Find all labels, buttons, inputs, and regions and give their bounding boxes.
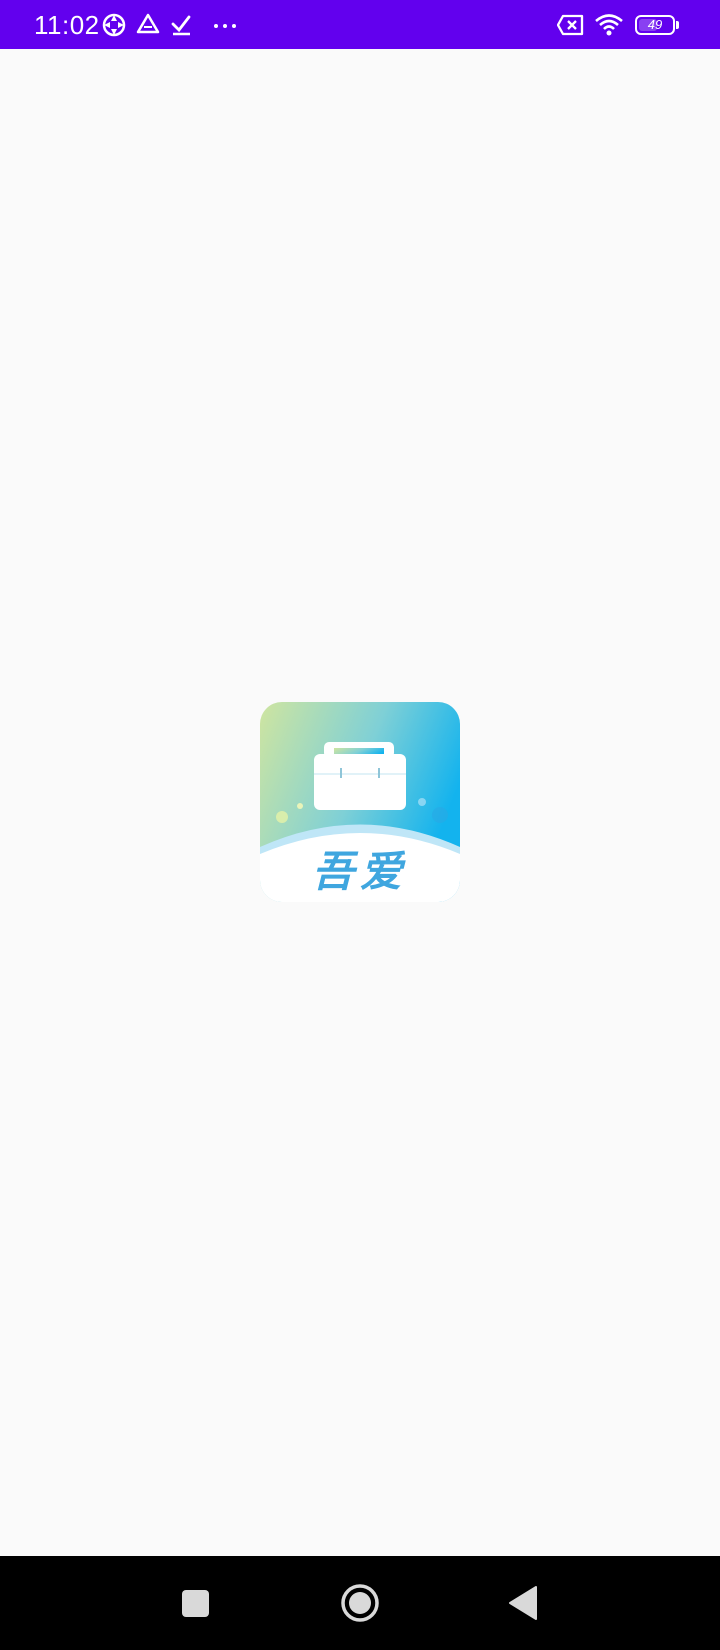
app-icon-text: 吾爱	[311, 847, 408, 896]
sync-icon	[102, 13, 126, 37]
recents-icon	[181, 1589, 209, 1617]
battery-icon: 49	[635, 15, 681, 37]
checkmark-icon	[171, 15, 191, 36]
battery-level: 49	[647, 17, 663, 32]
wifi-icon	[595, 14, 623, 36]
home-button[interactable]	[335, 1578, 385, 1628]
home-icon	[341, 1584, 379, 1622]
more-dots-icon	[214, 24, 236, 28]
no-sim-icon	[557, 14, 584, 36]
splash-screen: 11:02 49 吾爱	[0, 0, 720, 1650]
status-bar: 11:02 49	[0, 0, 720, 49]
app-logo: 吾爱	[260, 702, 460, 902]
status-time: 11:02	[34, 10, 100, 40]
back-button[interactable]	[498, 1578, 548, 1628]
back-icon	[509, 1586, 537, 1620]
recents-button[interactable]	[170, 1578, 220, 1628]
drive-icon	[136, 13, 160, 34]
navigation-bar	[0, 1556, 720, 1650]
